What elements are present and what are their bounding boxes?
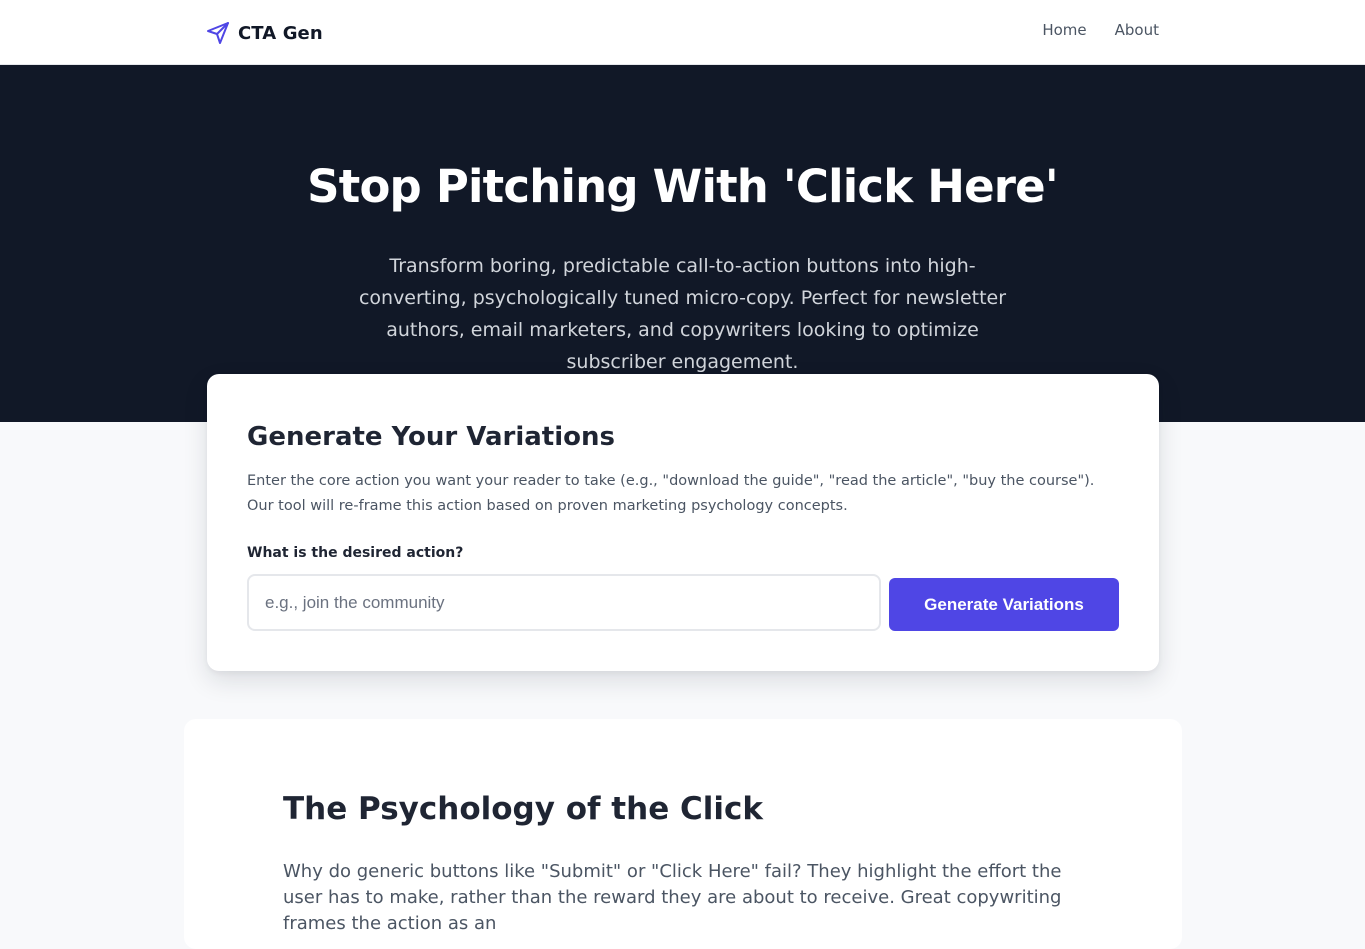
generate-variations-button[interactable]: Generate Variations — [889, 578, 1119, 631]
generator-description: Enter the core action you want your read… — [247, 473, 1095, 514]
hero-section: Stop Pitching With 'Click Here' Transfor… — [0, 65, 1365, 422]
nav-link-home[interactable]: Home — [1042, 21, 1086, 39]
brand-logo-link[interactable]: CTA Gen — [206, 19, 323, 47]
hero-title: Stop Pitching With 'Click Here' — [307, 160, 1059, 213]
main-nav: Home About — [1042, 21, 1159, 39]
top-navbar: CTA Gen Home About — [0, 0, 1365, 65]
paper-plane-icon — [206, 21, 230, 45]
article-body: Why do generic buttons like "Submit" or … — [283, 861, 1062, 934]
action-input[interactable] — [247, 574, 881, 631]
generator-title: Generate Your Variations — [247, 422, 615, 452]
article-section: The Psychology of the Click Why do gener… — [184, 719, 1182, 949]
hero-subtitle: Transform boring, predictable call-to-ac… — [358, 255, 1007, 373]
action-field-label: What is the desired action? — [247, 545, 464, 561]
nav-link-about[interactable]: About — [1115, 21, 1159, 39]
brand-name: CTA Gen — [238, 22, 323, 44]
generator-card: Generate Your Variations Enter the core … — [207, 374, 1159, 671]
article-title: The Psychology of the Click — [283, 791, 764, 827]
